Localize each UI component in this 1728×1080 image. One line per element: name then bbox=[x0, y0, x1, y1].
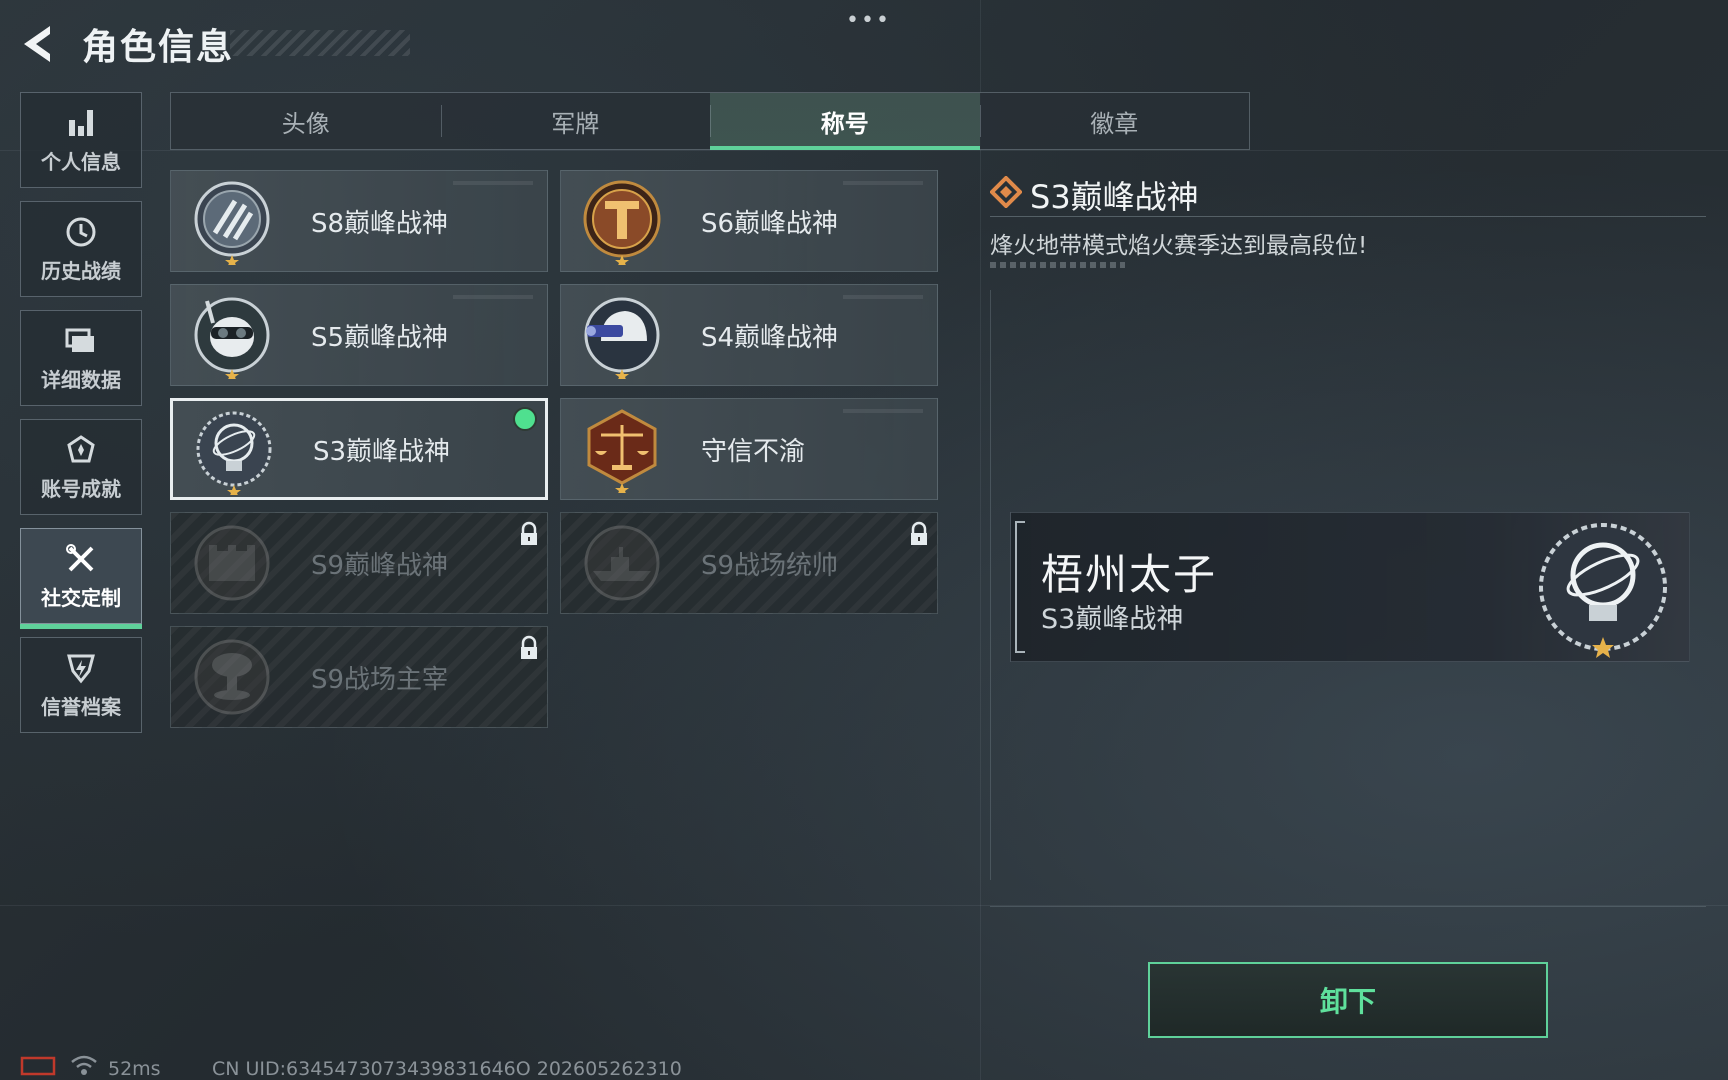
title-card-s5[interactable]: S5巅峰战神 bbox=[170, 284, 548, 386]
title-card-s9-peak[interactable]: S9巅峰战神 bbox=[170, 512, 548, 614]
title-card-label: 守信不渝 bbox=[701, 436, 806, 467]
equipped-title: S3巅峰战神 bbox=[1041, 604, 1184, 635]
sidebar: 个人信息 历史战绩 详细数据 账号成就 社交定制 信誉档案 bbox=[20, 92, 144, 746]
panel-frame-line bbox=[990, 906, 1706, 907]
ping-readout: 52ms bbox=[108, 1058, 161, 1080]
sidebar-item-label: 历史战绩 bbox=[41, 258, 121, 283]
sidebar-item-achievements[interactable]: 账号成就 bbox=[20, 419, 142, 515]
category-tabs: 头像 军牌 称号 徽章 bbox=[170, 92, 1250, 150]
title-diamond-icon bbox=[990, 176, 1022, 208]
fortress-emblem-icon bbox=[194, 525, 270, 601]
sidebar-item-social-custom[interactable]: 社交定制 bbox=[20, 528, 142, 629]
tab-dog-tag[interactable]: 军牌 bbox=[440, 93, 711, 149]
tab-badge[interactable]: 徽章 bbox=[979, 93, 1250, 149]
wifi-icon bbox=[71, 1055, 97, 1075]
helmet-nightvision-emblem-icon bbox=[584, 297, 660, 379]
title-card-label: S3巅峰战神 bbox=[313, 436, 451, 467]
bg-grid-line bbox=[0, 150, 1728, 151]
bg-grid-line bbox=[980, 0, 981, 1080]
title-card-s6[interactable]: S6巅峰战神 bbox=[560, 170, 938, 272]
selected-title-name: S3巅峰战神 bbox=[1030, 178, 1199, 216]
mushroom-cloud-emblem-icon bbox=[194, 639, 270, 715]
card-decoration bbox=[843, 181, 923, 185]
preview-bracket bbox=[1015, 521, 1025, 653]
divider bbox=[990, 216, 1706, 217]
tactical-t-emblem-icon bbox=[583, 180, 661, 265]
tab-title[interactable]: 称号 bbox=[710, 93, 980, 150]
title-card-s4[interactable]: S4巅峰战神 bbox=[560, 284, 938, 386]
back-button[interactable] bbox=[20, 22, 60, 66]
title-card-label: S9战场统帅 bbox=[701, 550, 839, 581]
panel-frame-line bbox=[990, 290, 991, 880]
sidebar-item-history[interactable]: 历史战绩 bbox=[20, 201, 142, 297]
stripes-emblem-icon bbox=[194, 181, 270, 265]
tab-avatar[interactable]: 头像 bbox=[171, 93, 441, 149]
back-arrow-icon bbox=[24, 26, 50, 62]
title-card-s9-dominator[interactable]: S9战场主宰 bbox=[170, 626, 548, 728]
scales-emblem-icon bbox=[587, 409, 657, 493]
title-card-s9-commander[interactable]: S9战场统帅 bbox=[560, 512, 938, 614]
title-card-label: S8巅峰战神 bbox=[311, 208, 449, 239]
page-title: 角色信息 bbox=[82, 27, 235, 68]
shield-lightning-icon bbox=[67, 654, 95, 683]
title-card-s3[interactable]: S3巅峰战神 bbox=[170, 398, 548, 500]
armillary-sphere-emblem-icon bbox=[196, 411, 272, 495]
selected-title-description: 烽火地带模式焰火赛季达到最高段位! bbox=[990, 233, 1368, 259]
lock-icon bbox=[911, 521, 927, 545]
sidebar-item-credit-record[interactable]: 信誉档案 bbox=[20, 637, 142, 733]
sidebar-item-label: 账号成就 bbox=[41, 476, 121, 501]
title-card-label: S9战场主宰 bbox=[311, 664, 449, 695]
warship-emblem-icon bbox=[584, 525, 660, 601]
title-card-s8[interactable]: S8巅峰战神 bbox=[170, 170, 548, 272]
sidebar-item-label: 社交定制 bbox=[41, 585, 121, 610]
equipped-indicator bbox=[513, 407, 537, 431]
title-card-label: S9巅峰战神 bbox=[311, 550, 449, 581]
folder-icon bbox=[65, 328, 94, 352]
clock-history-icon bbox=[66, 217, 96, 246]
sidebar-item-label: 信誉档案 bbox=[41, 694, 121, 719]
unequip-button[interactable]: 卸下 bbox=[1148, 962, 1548, 1038]
card-decoration bbox=[453, 181, 533, 185]
skull-diver-emblem-icon bbox=[194, 297, 270, 379]
title-card-label: S6巅峰战神 bbox=[701, 208, 839, 239]
card-decoration bbox=[843, 409, 923, 413]
tools-icon bbox=[66, 543, 94, 571]
title-card-shouxin[interactable]: 守信不渝 bbox=[560, 398, 938, 500]
player-name: 梧州太子 bbox=[1041, 550, 1218, 599]
sidebar-item-label: 个人信息 bbox=[41, 149, 121, 174]
user-uid: CN UID:6345473073439831646O 202605262310 bbox=[212, 1058, 682, 1080]
lock-icon bbox=[521, 521, 537, 545]
bar-chart-icon bbox=[69, 109, 93, 136]
sidebar-item-detailed-data[interactable]: 详细数据 bbox=[20, 310, 142, 406]
detail-decoration bbox=[990, 262, 1125, 268]
title-preview-card: 梧州太子 S3巅峰战神 bbox=[1010, 512, 1690, 662]
card-decoration bbox=[843, 295, 923, 299]
armillary-sphere-emblem-icon bbox=[1539, 523, 1667, 658]
sidebar-item-personal-info[interactable]: 个人信息 bbox=[20, 92, 142, 188]
title-card-label: S4巅峰战神 bbox=[701, 322, 839, 353]
achievement-badge-icon bbox=[67, 434, 95, 462]
lock-icon bbox=[521, 635, 537, 659]
network-status-icon bbox=[20, 1056, 56, 1076]
title-decoration bbox=[230, 30, 410, 56]
title-card-label: S5巅峰战神 bbox=[311, 322, 449, 353]
more-options-icon[interactable]: ••• bbox=[846, 8, 891, 33]
card-decoration bbox=[453, 295, 533, 299]
sidebar-item-label: 详细数据 bbox=[41, 367, 121, 392]
